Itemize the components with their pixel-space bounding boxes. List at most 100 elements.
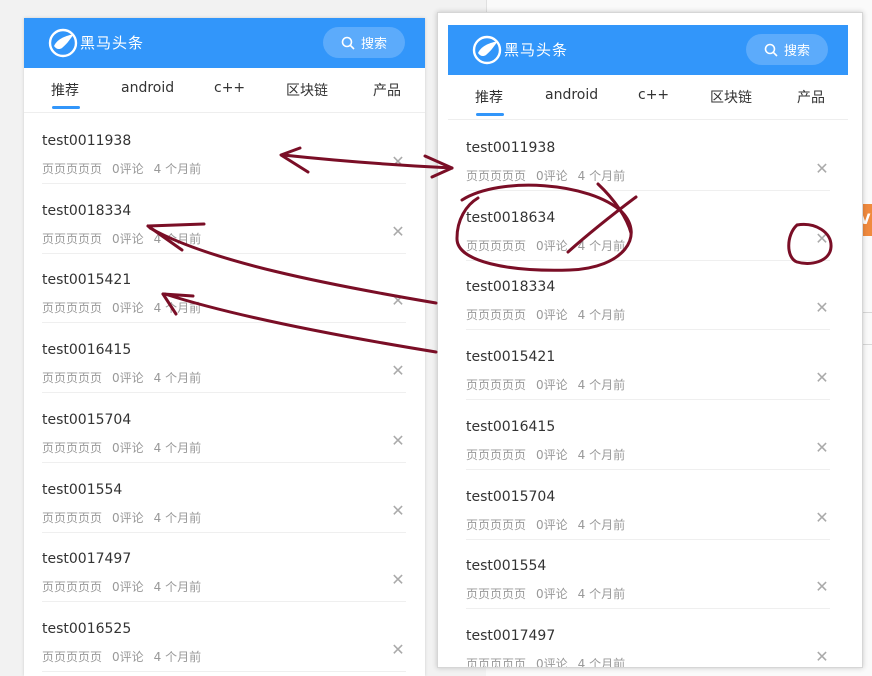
article-title: test0018334	[466, 279, 556, 296]
tab-cpp[interactable]: c++	[214, 80, 245, 96]
article-time: 4 个月前	[577, 517, 626, 532]
list-item[interactable]: test0011938 页页页页页 0评论 4 个月前 ✕	[466, 121, 830, 191]
article-meta: 页页页页页 0评论 4 个月前	[42, 439, 211, 456]
tab-blockchain[interactable]: 区块链	[710, 87, 752, 107]
article-time: 4 个月前	[577, 308, 626, 323]
search-button[interactable]: 搜索	[323, 27, 405, 58]
list-item[interactable]: test0011938 页页页页页 0评论 4 个月前 ✕	[42, 114, 406, 184]
article-meta: 页页页页页 0评论 4 个月前	[42, 299, 211, 316]
article-time: 4 个月前	[153, 162, 202, 176]
list-item[interactable]: test0017497 页页页页页 0评论 4 个月前 ✕	[466, 609, 830, 667]
list-item[interactable]: test0017497 页页页页页 0评论 4 个月前 ✕	[42, 532, 406, 603]
search-icon	[764, 43, 778, 57]
list-item[interactable]: test0015704 页页页页页 0评论 4 个月前 ✕	[466, 470, 830, 540]
article-time: 4 个月前	[577, 238, 626, 253]
article-meta: 页页页页页 0评论 4 个月前	[466, 167, 635, 184]
search-button[interactable]: 搜索	[746, 34, 828, 65]
navbar: 黑马头条 搜索	[24, 18, 425, 68]
list-item[interactable]: test0016415 页页页页页 0评论 4 个月前 ✕	[42, 323, 406, 394]
article-author: 页页页页页	[466, 378, 527, 393]
list-item[interactable]: test0015704 页页页页页 0评论 4 个月前 ✕	[42, 393, 406, 463]
article-meta: 页页页页页 0评论 4 个月前	[466, 237, 635, 254]
navbar: 黑马头条 搜索	[448, 25, 848, 75]
tab-android[interactable]: android	[545, 87, 598, 103]
article-time: 4 个月前	[153, 301, 202, 316]
article-meta: 页页页页页 0评论 4 个月前	[466, 655, 635, 667]
close-icon[interactable]: ✕	[390, 572, 406, 588]
article-author: 页页页页页	[42, 162, 103, 176]
list-item[interactable]: test001554 页页页页页 0评论 4 个月前 ✕	[466, 539, 830, 610]
close-icon[interactable]: ✕	[814, 509, 830, 526]
close-icon[interactable]: ✕	[814, 439, 830, 456]
article-comments: 0评论	[112, 440, 144, 455]
article-time: 4 个月前	[153, 649, 202, 664]
close-icon[interactable]: ✕	[390, 502, 406, 519]
list-item[interactable]: test0018634 页页页页页 0评论 4 个月前 ✕	[466, 191, 830, 261]
tab-product[interactable]: 产品	[373, 80, 401, 100]
close-icon[interactable]: ✕	[814, 370, 830, 386]
list-item[interactable]: test0018334 页页页页页 0评论 4 个月前 ✕	[466, 260, 830, 331]
article-time: 4 个月前	[577, 587, 626, 602]
tab-android[interactable]: android	[121, 80, 174, 96]
close-icon[interactable]: ✕	[390, 432, 406, 449]
close-icon[interactable]: ✕	[390, 154, 406, 170]
channel-tabs: 推荐 android c++ 区块链 产品	[448, 75, 848, 120]
article-title: test0016415	[466, 418, 556, 435]
close-icon[interactable]: ✕	[814, 230, 830, 247]
article-author: 页页页页页	[466, 587, 527, 602]
tab-blockchain[interactable]: 区块链	[286, 80, 328, 100]
article-meta: 页页页页页 0评论 4 个月前	[42, 369, 211, 386]
app-screen-right: 黑马头条 搜索 推荐 android c++ 区块链 产品 test001193…	[448, 25, 848, 667]
tab-recommend[interactable]: 推荐	[475, 87, 503, 107]
article-author: 页页页页页	[466, 517, 527, 532]
article-meta: 页页页页页 0评论 4 个月前	[466, 516, 635, 533]
close-icon[interactable]: ✕	[390, 293, 406, 309]
close-icon[interactable]: ✕	[814, 161, 830, 177]
article-time: 4 个月前	[153, 510, 202, 525]
close-icon[interactable]: ✕	[390, 363, 406, 379]
list-item[interactable]: test0016525 页页页页页 0评论 4 个月前 ✕	[42, 602, 406, 672]
article-author: 页页页页页	[42, 371, 103, 386]
article-comments: 0评论	[112, 510, 144, 525]
article-title: test0015421	[466, 349, 556, 366]
article-time: 4 个月前	[577, 656, 626, 667]
close-icon[interactable]: ✕	[814, 300, 830, 316]
active-tab-indicator	[476, 113, 504, 116]
article-title: test0018634	[466, 209, 556, 226]
list-item[interactable]: test0015421 页页页页页 0评论 4 个月前 ✕	[466, 330, 830, 401]
logo-icon	[472, 35, 502, 65]
article-comments: 0评论	[536, 238, 568, 253]
close-icon[interactable]: ✕	[390, 223, 406, 240]
article-comments: 0评论	[536, 308, 568, 323]
close-icon[interactable]: ✕	[814, 648, 830, 665]
article-author: 页页页页页	[42, 231, 103, 246]
article-author: 页页页页页	[42, 301, 103, 316]
article-author: 页页页页页	[466, 169, 527, 183]
article-time: 4 个月前	[577, 447, 626, 462]
article-meta: 页页页页页 0评论 4 个月前	[466, 585, 635, 602]
article-comments: 0评论	[112, 649, 144, 664]
article-title: test0016525	[42, 620, 132, 637]
close-icon[interactable]: ✕	[390, 641, 406, 658]
article-meta: 页页页页页 0评论 4 个月前	[42, 160, 211, 177]
close-icon[interactable]: ✕	[814, 579, 830, 595]
list-item[interactable]: test0015421 页页页页页 0评论 4 个月前 ✕	[42, 253, 406, 324]
article-comments: 0评论	[536, 169, 568, 183]
article-author: 页页页页页	[466, 238, 527, 253]
list-item[interactable]: test001554 页页页页页 0评论 4 个月前 ✕	[42, 463, 406, 533]
article-comments: 0评论	[536, 656, 568, 667]
article-meta: 页页页页页 0评论 4 个月前	[42, 578, 211, 595]
article-title: test0015704	[42, 411, 132, 428]
article-title: test0011938	[42, 133, 132, 149]
article-title: test0018334	[42, 202, 132, 219]
article-comments: 0评论	[112, 371, 144, 386]
list-item[interactable]: test0018334 页页页页页 0评论 4 个月前 ✕	[42, 184, 406, 254]
article-time: 4 个月前	[577, 378, 626, 393]
list-item[interactable]: test0016415 页页页页页 0评论 4 个月前 ✕	[466, 400, 830, 470]
tab-product[interactable]: 产品	[797, 87, 825, 107]
article-comments: 0评论	[536, 517, 568, 532]
tab-cpp[interactable]: c++	[638, 87, 669, 103]
article-meta: 页页页页页 0评论 4 个月前	[42, 230, 211, 247]
tab-recommend[interactable]: 推荐	[51, 80, 79, 100]
article-author: 页页页页页	[42, 440, 103, 455]
